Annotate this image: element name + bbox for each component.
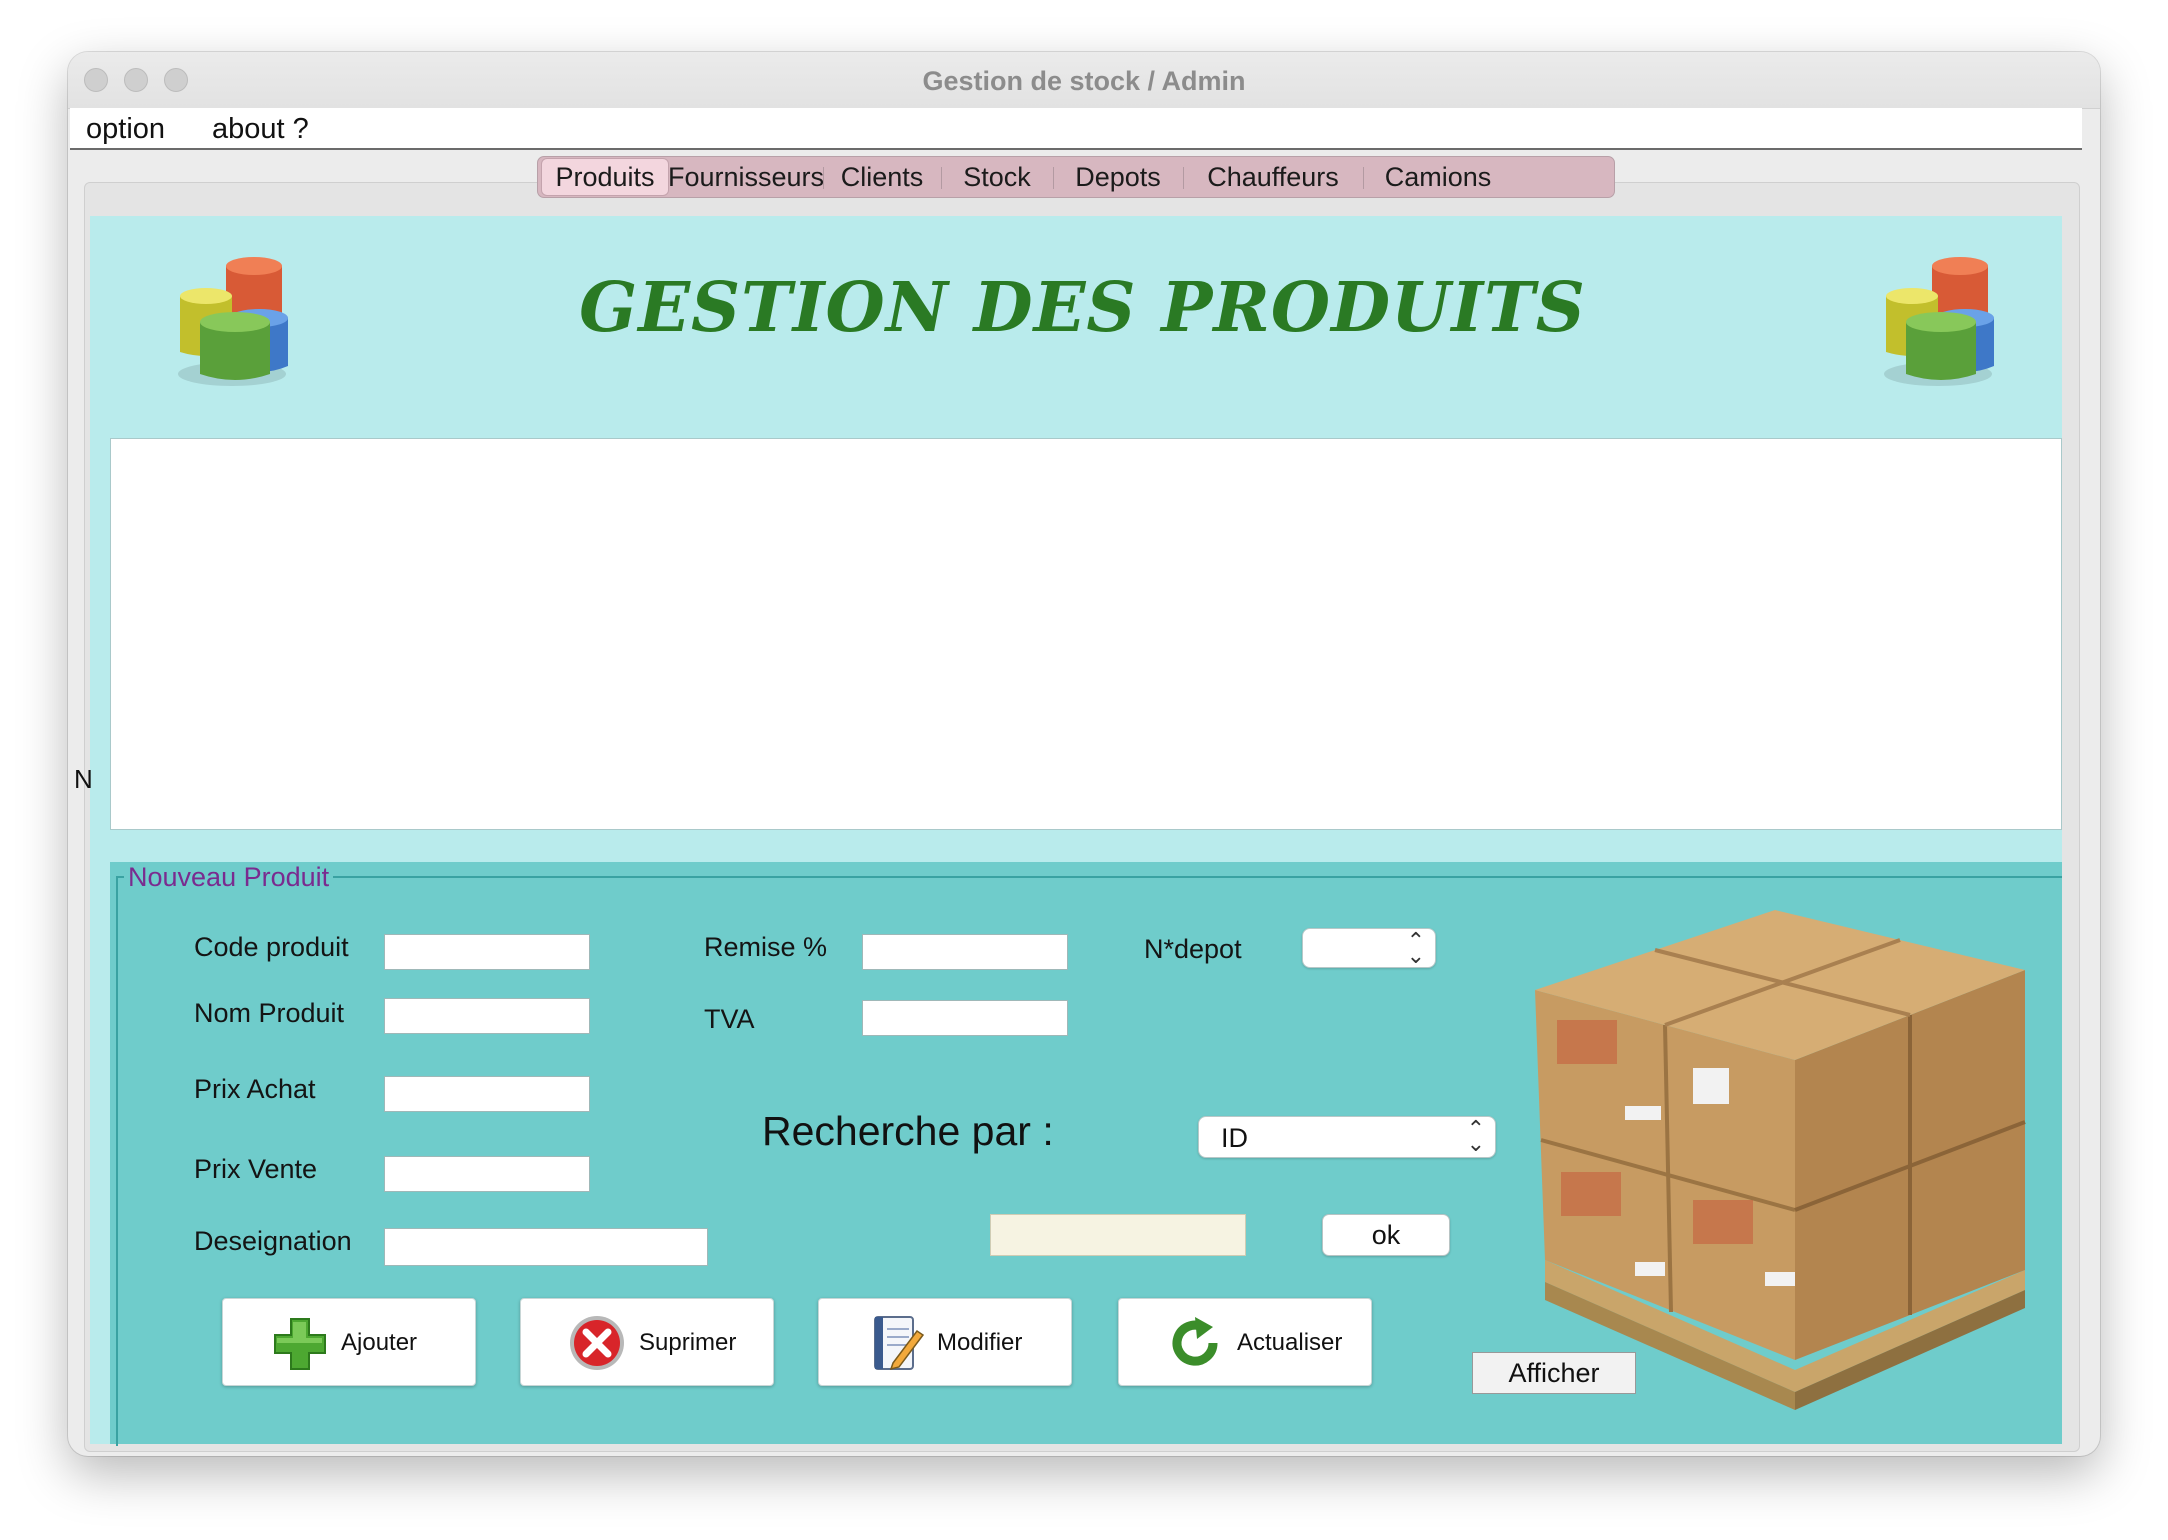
code-produit-field[interactable] — [384, 934, 590, 970]
cardboard-boxes-illustration — [1535, 910, 2026, 1410]
app-window: Gestion de stock / Admin option about ? … — [68, 52, 2100, 1456]
window-title: Gestion de stock / Admin — [922, 66, 1246, 96]
depot-select[interactable]: ⌃ ⌄ — [1302, 928, 1436, 968]
stray-label: N — [74, 764, 93, 794]
suprimer-label: Suprimer — [639, 1329, 737, 1356]
page-title: GESTION DES PRODUITS — [579, 268, 1586, 348]
suprimer-button[interactable]: Suprimer — [520, 1298, 774, 1386]
tab-fournisseurs[interactable]: Fournisseurs — [668, 159, 824, 195]
red-x-icon — [570, 1316, 624, 1370]
menu-about[interactable]: about ? — [212, 113, 309, 146]
remise-field[interactable] — [862, 934, 1068, 970]
ok-button[interactable]: ok — [1322, 1214, 1450, 1256]
nom-produit-label: Nom Produit — [194, 998, 345, 1028]
ajouter-label: Ajouter — [341, 1329, 418, 1356]
updown-chevron-icon: ⌃ ⌄ — [1406, 928, 1425, 968]
green-refresh-icon — [1172, 1317, 1218, 1366]
tab-bar: Produits Fournisseurs Clients Stock Depo… — [537, 156, 1615, 198]
tva-label: TVA — [704, 1004, 755, 1034]
nom-produit-field[interactable] — [384, 998, 590, 1034]
tva-field[interactable] — [862, 1000, 1068, 1036]
actualiser-button[interactable]: Actualiser — [1118, 1298, 1372, 1386]
nouveau-produit-panel: Nouveau Produit Code produit Nom Produit… — [110, 862, 2062, 1446]
designation-label: Deseignation — [194, 1226, 352, 1256]
tab-depots[interactable]: Depots — [1053, 159, 1183, 195]
tab-camions[interactable]: Camions — [1363, 159, 1513, 195]
produits-content: GESTION DES PRODUITS Nouveau Produit Cod… — [90, 216, 2062, 1446]
depot-label: N*depot — [1144, 934, 1242, 964]
recherche-select-value: ID — [1221, 1123, 1248, 1153]
products-table[interactable] — [110, 438, 2062, 830]
prix-vente-field[interactable] — [384, 1156, 590, 1192]
modifier-button[interactable]: Modifier — [818, 1298, 1072, 1386]
menu-option[interactable]: option — [86, 113, 165, 146]
prix-achat-label: Prix Achat — [194, 1074, 316, 1104]
search-input[interactable] — [990, 1214, 1246, 1256]
fieldset-legend: Nouveau Produit — [124, 862, 334, 893]
updown-chevron-icon: ⌃ ⌄ — [1466, 1116, 1485, 1156]
modifier-label: Modifier — [937, 1329, 1023, 1356]
menu-bar: option about ? — [70, 108, 2082, 150]
tab-chauffeurs[interactable]: Chauffeurs — [1183, 159, 1363, 195]
pie-chart-icon — [1884, 257, 1994, 386]
recherche-select[interactable]: ID ⌃ ⌄ — [1198, 1116, 1496, 1158]
remise-label: Remise % — [704, 932, 828, 962]
notepad-pencil-icon — [874, 1316, 925, 1371]
designation-field[interactable] — [384, 1228, 708, 1266]
tab-produits[interactable]: Produits — [541, 158, 669, 196]
ajouter-button[interactable]: Ajouter — [222, 1298, 476, 1386]
prix-vente-label: Prix Vente — [194, 1154, 318, 1184]
title-bar: Gestion de stock / Admin — [68, 52, 2100, 109]
tab-clients[interactable]: Clients — [823, 159, 941, 195]
code-produit-label: Code produit — [194, 932, 349, 962]
prix-achat-field[interactable] — [384, 1076, 590, 1112]
green-plus-icon — [274, 1318, 326, 1370]
actualiser-label: Actualiser — [1237, 1329, 1343, 1356]
tab-stock[interactable]: Stock — [941, 159, 1053, 195]
recherche-label: Recherche par : — [762, 1108, 1054, 1154]
